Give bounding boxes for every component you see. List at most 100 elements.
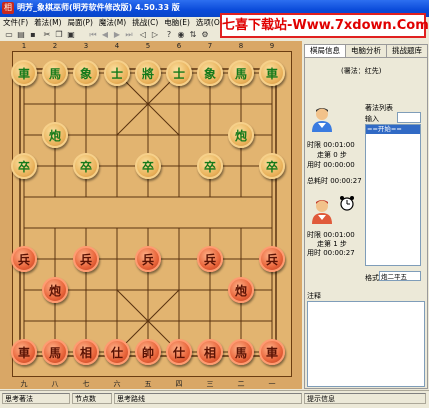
tab-game-info[interactable]: 棋局信息 xyxy=(304,44,346,57)
red-soldier[interactable]: 兵 xyxy=(11,246,37,272)
red-elephant[interactable]: 相 xyxy=(197,339,223,365)
copy-icon[interactable]: ❐ xyxy=(54,30,64,39)
save-icon[interactable]: ▪ xyxy=(28,30,38,39)
opening-note: (署法：红先) xyxy=(341,67,382,75)
red-advisor[interactable]: 仕 xyxy=(166,339,192,365)
file-label: 七 xyxy=(82,380,90,388)
black-advisor[interactable]: 士 xyxy=(166,60,192,86)
red-cannon[interactable]: 炮 xyxy=(228,277,254,303)
format-select-value: 炮二平五 xyxy=(381,273,407,281)
file-label: 六 xyxy=(113,380,121,388)
red-time-used: 用时 00:00:27 xyxy=(307,249,355,257)
menu-bar: 文件(F)着法(M)局面(P)魔法(M)挑战(C)电脑(E)选项(O)工 xyxy=(0,17,220,28)
window-title: 明芳_象棋巫师(明芳软件修改版) 4.50.33 版 xyxy=(17,3,180,12)
red-chariot[interactable]: 車 xyxy=(11,339,37,365)
status-bar: 思考著法 节点数 思考路线 提示信息 xyxy=(0,390,429,408)
file-label: 4 xyxy=(114,42,120,50)
settings-icon[interactable]: ⚙ xyxy=(200,30,210,39)
file-label: 8 xyxy=(238,42,244,50)
black-chariot[interactable]: 車 xyxy=(259,60,285,86)
paste-icon[interactable]: ▣ xyxy=(66,30,76,39)
file-label: 9 xyxy=(269,42,275,50)
file-label: 5 xyxy=(145,42,151,50)
file-label: 7 xyxy=(207,42,213,50)
move-list-item[interactable]: ==开始== xyxy=(366,125,420,134)
status-hint-info: 提示信息 xyxy=(304,393,426,404)
black-horse[interactable]: 馬 xyxy=(42,60,68,86)
board-frame: 1 2 3 4 5 6 7 8 9 車 馬 象 士 將 士 象 馬 車 炮 炮 … xyxy=(0,41,302,389)
menu-challenge[interactable]: 挑战(C) xyxy=(129,17,161,28)
red-chariot[interactable]: 車 xyxy=(259,339,285,365)
black-time-used: 用时 00:00:00 xyxy=(307,161,355,169)
red-soldier[interactable]: 兵 xyxy=(135,246,161,272)
last-move-icon[interactable]: ⏭ xyxy=(124,30,134,39)
red-player-avatar xyxy=(309,198,335,224)
menu-moves[interactable]: 着法(M) xyxy=(31,17,64,28)
black-cannon[interactable]: 炮 xyxy=(42,122,68,148)
alarm-clock-icon xyxy=(339,195,355,211)
black-soldier[interactable]: 卒 xyxy=(73,153,99,179)
status-thinking-route: 思考路线 xyxy=(114,393,302,404)
black-soldier[interactable]: 卒 xyxy=(197,153,223,179)
menu-file[interactable]: 文件(F) xyxy=(0,17,31,28)
red-elephant[interactable]: 相 xyxy=(73,339,99,365)
menu-computer[interactable]: 电脑(E) xyxy=(161,17,193,28)
file-label: 1 xyxy=(21,42,27,50)
input-label: 输入 xyxy=(365,115,379,123)
red-soldier[interactable]: 兵 xyxy=(197,246,223,272)
red-soldier[interactable]: 兵 xyxy=(73,246,99,272)
file-label: 3 xyxy=(83,42,89,50)
status-thinking-moves: 思考著法 xyxy=(2,393,70,404)
file-label: 九 xyxy=(20,380,28,388)
computer-move-icon[interactable]: ◉ xyxy=(176,30,186,39)
red-cannon[interactable]: 炮 xyxy=(42,277,68,303)
red-horse[interactable]: 馬 xyxy=(42,339,68,365)
menu-magic[interactable]: 魔法(M) xyxy=(96,17,129,28)
game-info-panel: (署法：红先) 时限 00:01:00 走第 0 步 用时 00:00:00 总… xyxy=(304,57,428,389)
tab-computer-analysis[interactable]: 电脑分析 xyxy=(345,44,387,57)
red-advisor[interactable]: 仕 xyxy=(104,339,130,365)
format-select[interactable]: 炮二平五 xyxy=(379,271,421,281)
black-soldier[interactable]: 卒 xyxy=(135,153,161,179)
black-advisor[interactable]: 士 xyxy=(104,60,130,86)
red-general[interactable]: 帥 xyxy=(135,339,161,365)
file-label: 2 xyxy=(52,42,58,50)
black-horse[interactable]: 馬 xyxy=(228,60,254,86)
black-general[interactable]: 將 xyxy=(135,60,161,86)
black-elephant[interactable]: 象 xyxy=(73,60,99,86)
menu-options[interactable]: 选项(O) xyxy=(193,17,220,28)
total-elapsed-time: 总耗时 00:00:27 xyxy=(307,177,362,185)
black-chariot[interactable]: 車 xyxy=(11,60,37,86)
open-file-icon[interactable]: ▤ xyxy=(16,30,26,39)
file-label: 三 xyxy=(206,380,214,388)
prev-move-icon[interactable]: ◀ xyxy=(100,30,110,39)
back-icon[interactable]: ◁ xyxy=(138,30,148,39)
move-list-label: 著法列表 xyxy=(365,104,393,112)
first-move-icon[interactable]: ⏮ xyxy=(88,30,98,39)
move-input-field[interactable] xyxy=(397,112,421,123)
red-soldier[interactable]: 兵 xyxy=(259,246,285,272)
flip-board-icon[interactable]: ⇅ xyxy=(188,30,198,39)
file-label: 四 xyxy=(175,380,183,388)
next-move-icon[interactable]: ▶ xyxy=(112,30,122,39)
black-soldier[interactable]: 卒 xyxy=(11,153,37,179)
black-soldier[interactable]: 卒 xyxy=(259,153,285,179)
menu-position[interactable]: 局面(P) xyxy=(65,17,96,28)
tab-challenge-library[interactable]: 挑战题库 xyxy=(386,44,428,57)
file-label: 二 xyxy=(237,380,245,388)
red-horse[interactable]: 馬 xyxy=(228,339,254,365)
black-move-count: 走第 0 步 xyxy=(317,151,347,159)
black-elephant[interactable]: 象 xyxy=(197,60,223,86)
new-game-icon[interactable]: ▭ xyxy=(4,30,14,39)
move-list[interactable]: ==开始== xyxy=(365,124,421,266)
file-label: 五 xyxy=(144,380,152,388)
notes-label: 注释 xyxy=(307,292,321,300)
hint-icon[interactable]: ? xyxy=(164,30,174,39)
notes-textarea[interactable] xyxy=(307,301,425,387)
forward-icon[interactable]: ▷ xyxy=(150,30,160,39)
cut-icon[interactable]: ✂ xyxy=(42,30,52,39)
toolbar: ▭ ▤ ▪ ✂ ❐ ▣ ⏮ ◀ ▶ ⏭ ◁ ▷ ? ◉ ⇅ ⚙ xyxy=(0,28,302,41)
board-grid[interactable] xyxy=(12,51,292,377)
format-label: 格式 xyxy=(365,274,379,282)
black-cannon[interactable]: 炮 xyxy=(228,122,254,148)
